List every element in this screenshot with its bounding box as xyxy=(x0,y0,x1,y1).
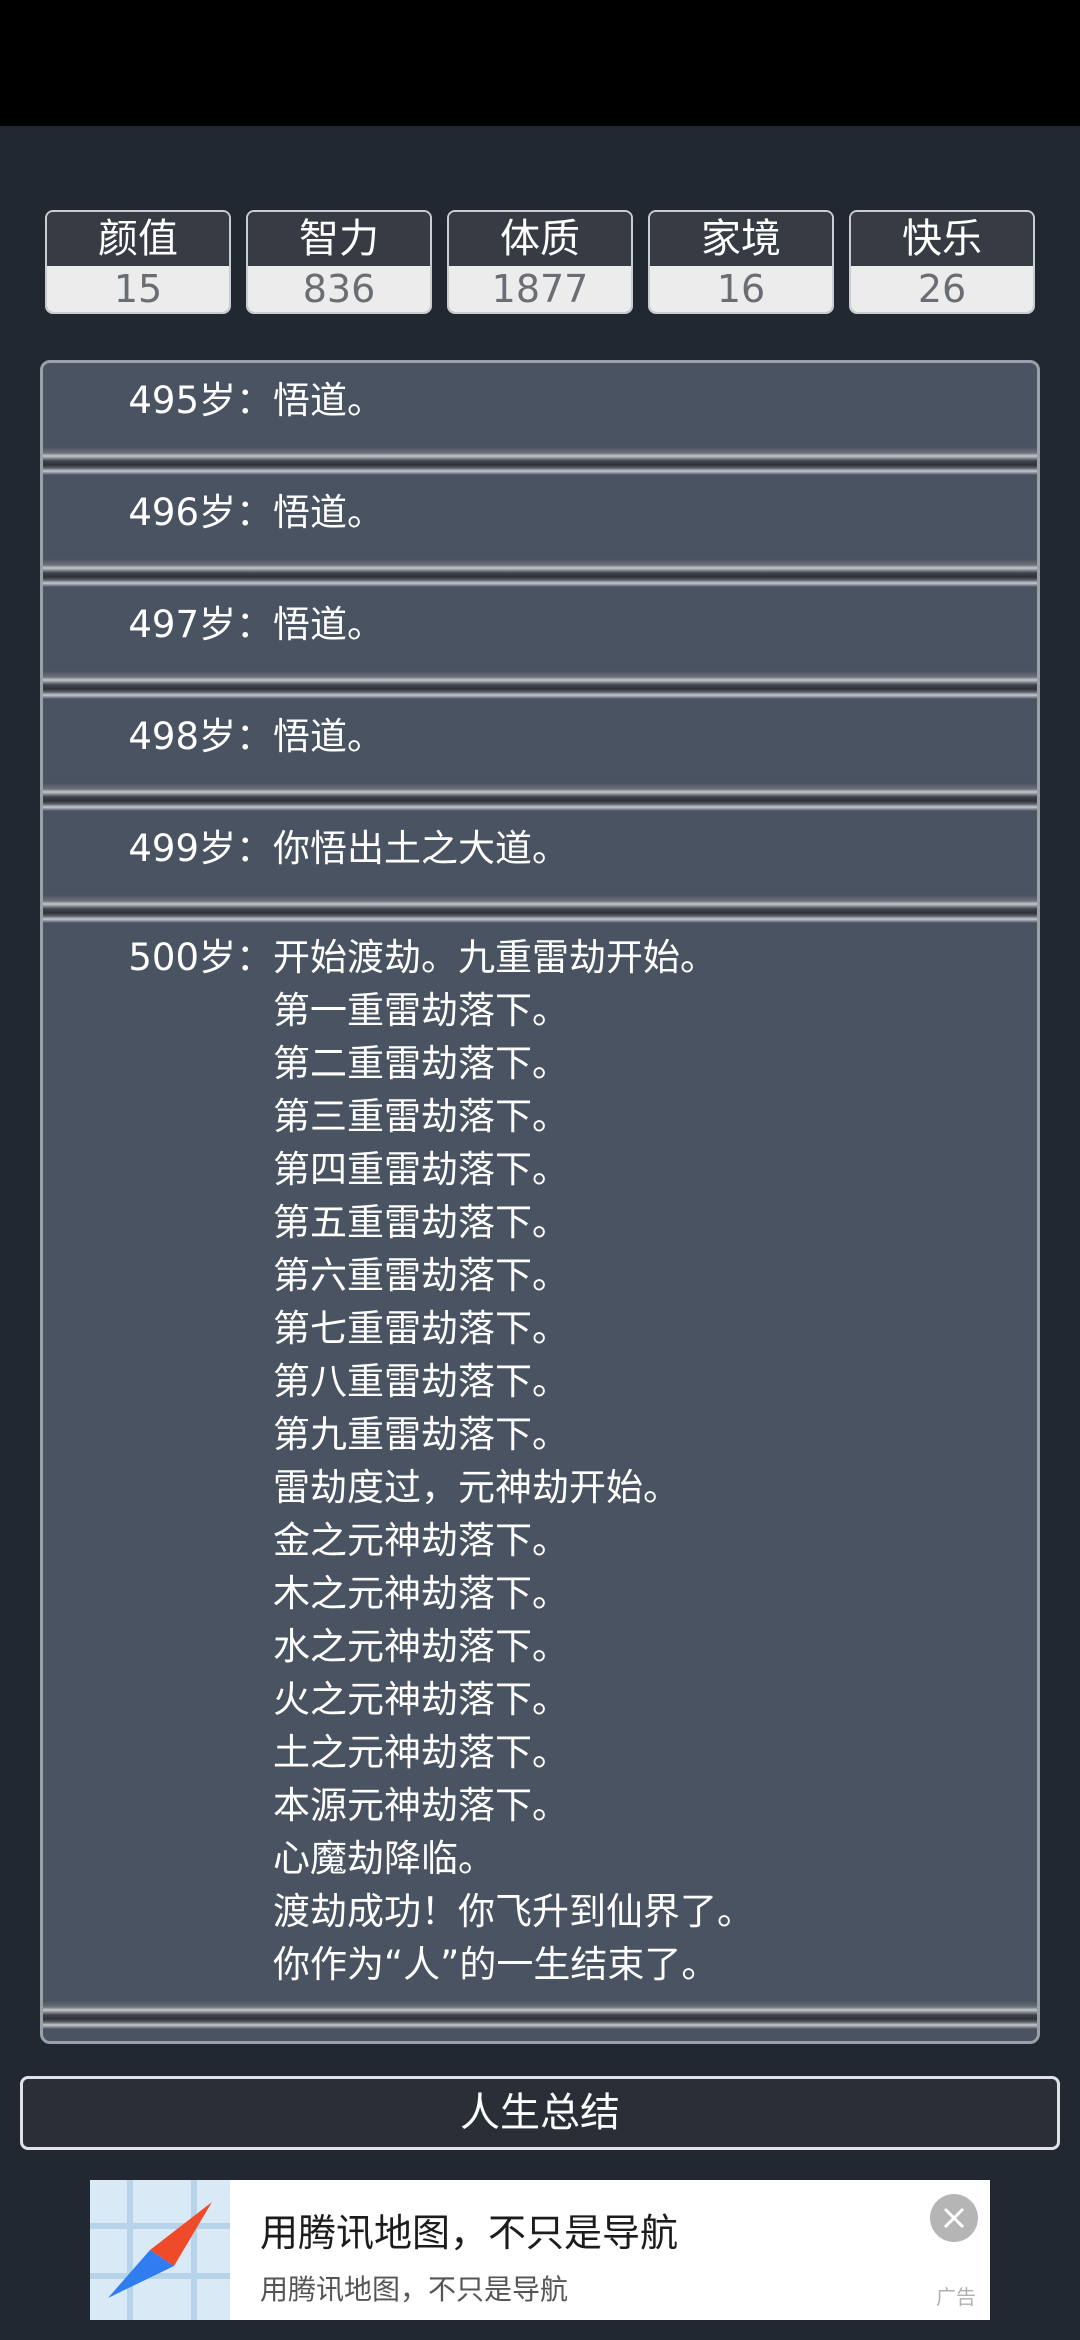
ad-banner[interactable]: 用腾讯地图，不只是导航 用腾讯地图，不只是导航 广告 xyxy=(90,2180,990,2320)
log-event: 悟道。 xyxy=(273,603,384,646)
log-entry: 497岁： 悟道。 xyxy=(43,587,1037,671)
stat-label: 体质 xyxy=(449,212,631,266)
log-event: 第七重雷劫落下。 xyxy=(273,1307,569,1350)
log-event: 第三重雷劫落下。 xyxy=(273,1095,569,1138)
stats-panel: 颜值 15 智力 836 体质 1877 家境 16 快乐 26 xyxy=(45,210,1035,316)
log-age: 498岁： xyxy=(128,715,273,758)
log-event: 开始渡劫。九重雷劫开始。 xyxy=(273,936,717,979)
log-event: 悟道。 xyxy=(273,379,384,422)
stat-label: 颜值 xyxy=(47,212,229,266)
log-age: 500岁： xyxy=(128,936,273,979)
log-event: 你悟出土之大道。 xyxy=(273,827,569,870)
log-event: 火之元神劫落下。 xyxy=(273,1678,569,1721)
log-age: 499岁： xyxy=(128,827,273,870)
log-event: 悟道。 xyxy=(273,715,384,758)
log-event: 金之元神劫落下。 xyxy=(273,1519,569,1562)
ad-label: 广告 xyxy=(936,2285,976,2309)
stat-happiness: 快乐 26 xyxy=(849,210,1035,314)
stat-value: 15 xyxy=(47,266,229,312)
stat-label: 快乐 xyxy=(851,212,1033,266)
log-event: 雷劫度过，元神劫开始。 xyxy=(273,1466,680,1509)
status-bar xyxy=(0,0,1080,126)
log-event: 悟道。 xyxy=(273,491,384,534)
stat-intelligence: 智力 836 xyxy=(246,210,432,314)
ad-title[interactable]: 用腾讯地图，不只是导航 xyxy=(260,2202,678,2257)
log-divider xyxy=(43,447,1037,475)
log-divider xyxy=(43,559,1037,587)
log-event: 第二重雷劫落下。 xyxy=(273,1042,569,1085)
log-event: 第六重雷劫落下。 xyxy=(273,1254,569,1297)
log-event: 木之元神劫落下。 xyxy=(273,1572,569,1615)
log-event: 水之元神劫落下。 xyxy=(273,1625,569,1668)
close-icon[interactable] xyxy=(930,2194,978,2242)
stat-value: 836 xyxy=(248,266,430,312)
log-event: 心魔劫降临。 xyxy=(273,1837,495,1880)
log-event: 本源元神劫落下。 xyxy=(273,1784,569,1827)
log-event: 第八重雷劫落下。 xyxy=(273,1360,569,1403)
stat-family: 家境 16 xyxy=(648,210,834,314)
stat-label: 家境 xyxy=(650,212,832,266)
log-event: 渡劫成功！你飞升到仙界了。 xyxy=(273,1890,754,1933)
log-event: 土之元神劫落下。 xyxy=(273,1731,569,1774)
stat-label: 智力 xyxy=(248,212,430,266)
log-event: 第四重雷劫落下。 xyxy=(273,1148,569,1191)
log-divider xyxy=(43,2001,1037,2029)
ad-map-thumbnail[interactable] xyxy=(90,2180,230,2320)
stat-value: 1877 xyxy=(449,266,631,312)
ad-subtitle[interactable]: 用腾讯地图，不只是导航 xyxy=(260,2268,568,2308)
log-entry: 496岁： 悟道。 xyxy=(43,475,1037,559)
stat-constitution: 体质 1877 xyxy=(447,210,633,314)
log-age: 497岁： xyxy=(128,603,273,646)
log-divider xyxy=(43,895,1037,923)
life-log[interactable]: 495岁： 悟道。 496岁： 悟道。 497岁： 悟道。 498岁： 悟道。 … xyxy=(40,360,1040,2044)
log-event: 第一重雷劫落下。 xyxy=(273,989,569,1032)
map-compass-icon xyxy=(90,2180,230,2320)
stat-value: 26 xyxy=(851,266,1033,312)
log-event: 你作为“人”的一生结束了。 xyxy=(273,1943,719,1986)
log-age: 495岁： xyxy=(128,379,273,422)
log-event: 第九重雷劫落下。 xyxy=(273,1413,569,1456)
log-divider xyxy=(43,783,1037,811)
log-age: 496岁： xyxy=(128,491,273,534)
stat-value: 16 xyxy=(650,266,832,312)
stat-appearance: 颜值 15 xyxy=(45,210,231,314)
log-divider xyxy=(43,671,1037,699)
log-entry: 500岁： 开始渡劫。九重雷劫开始。 第一重雷劫落下。 第二重雷劫落下。 第三重… xyxy=(43,923,1037,2001)
log-entry: 498岁： 悟道。 xyxy=(43,699,1037,783)
life-summary-button[interactable]: 人生总结 xyxy=(20,2076,1060,2150)
log-entry: 499岁： 你悟出土之大道。 xyxy=(43,811,1037,895)
log-event: 第五重雷劫落下。 xyxy=(273,1201,569,1244)
log-entry: 495岁： 悟道。 xyxy=(43,363,1037,447)
